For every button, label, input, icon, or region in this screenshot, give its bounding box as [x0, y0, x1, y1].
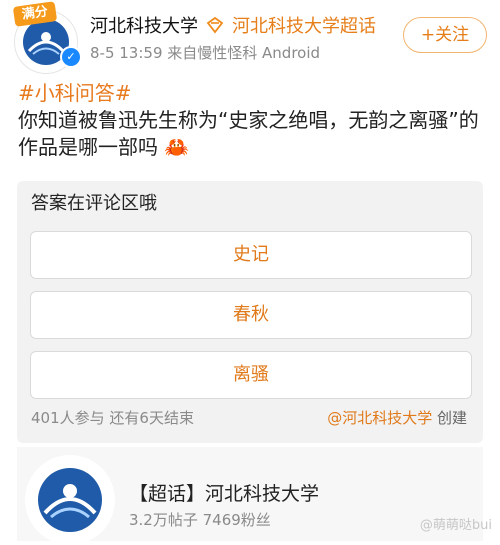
poll-footer: 401人参与 还有6天结束	[31, 409, 194, 427]
poll-creator[interactable]: @河北科技大学 创建	[327, 407, 467, 428]
super-topic-name[interactable]: 河北科技大学超话	[232, 12, 376, 38]
watermark: @萌萌哒bui	[419, 518, 492, 533]
hashtag[interactable]: #小科问答#	[18, 80, 484, 107]
follow-button[interactable]: +关注	[403, 17, 487, 53]
super-topic-card[interactable]: 【超话】河北科技大学 3.2万帖子 7469粉丝	[17, 447, 483, 545]
poll-card: 答案在评论区哦 史记 春秋 离骚 401人参与 还有6天结束 @河北科技大学 创…	[17, 181, 483, 443]
super-topic-icon	[206, 16, 224, 34]
post-text: 你知道被鲁迅先生称为“史家之绝唱，无韵之离骚”的作品是哪一部吗 🦀	[18, 108, 479, 159]
poll-option-lisao[interactable]: 离骚	[30, 351, 472, 399]
username[interactable]: 河北科技大学	[90, 12, 198, 38]
name-row: 河北科技大学 河北科技大学超话	[90, 12, 376, 38]
poll-creator-link[interactable]: @河北科技大学	[327, 409, 432, 427]
poll-title: 答案在评论区哦	[31, 193, 157, 214]
topic-title[interactable]: 【超话】河北科技大学	[129, 479, 319, 506]
poll-option-chunqiu[interactable]: 春秋	[30, 291, 472, 339]
emoji-icon: 🦀	[164, 135, 190, 159]
verified-icon: ✓	[60, 46, 82, 68]
topic-logo	[25, 455, 115, 545]
post-meta: 8-5 13:59 来自慢性怪科 Android	[90, 44, 321, 62]
post-content: #小科问答# 你知道被鲁迅先生称为“史家之绝唱，无韵之离骚”的作品是哪一部吗 🦀	[18, 80, 484, 161]
post-header: 满分 ✓ 河北科技大学 河北科技大学超话 8-5 13:59 来自慢性怪科 An…	[0, 0, 500, 74]
poll-option-shiji[interactable]: 史记	[30, 231, 472, 279]
topic-stats: 3.2万帖子 7469粉丝	[129, 511, 271, 529]
